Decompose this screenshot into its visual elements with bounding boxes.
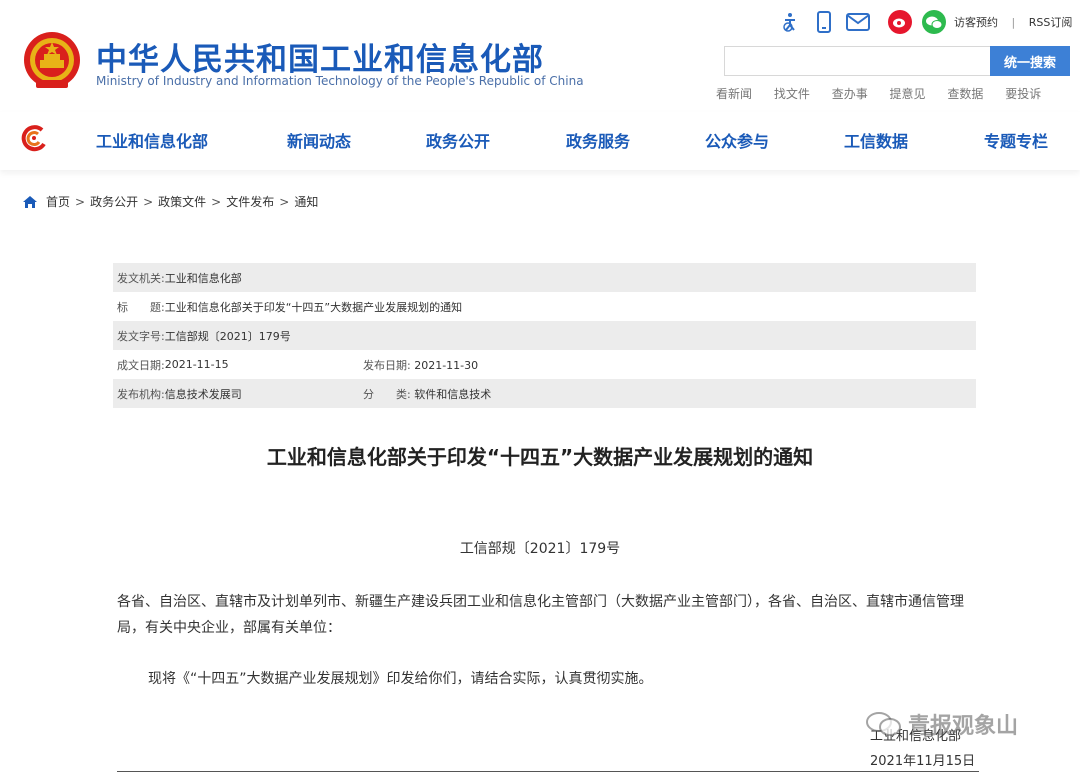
watermark-text: 青报观象山 [908, 714, 1019, 739]
meta-published-cell: 发布日期: 2021-11-30 [363, 357, 478, 373]
mobile-icon[interactable] [810, 8, 838, 36]
meta-label: 发布日期: [363, 358, 411, 372]
nav-item-ministry[interactable]: 工业和信息化部 [96, 128, 208, 152]
meta-value-created: 2021-11-15 [164, 358, 229, 371]
quick-link-complaint[interactable]: 要投诉 [1005, 87, 1041, 101]
meta-value-org: 信息技术发展司 [164, 387, 242, 401]
meta-value-issuer: 工业和信息化部 [164, 271, 242, 285]
site-header: 中华人民共和国工业和信息化部 Ministry of Industry and … [0, 0, 1080, 112]
accessibility-icon[interactable] [776, 8, 804, 36]
breadcrumb-separator: > [279, 194, 290, 209]
breadcrumb-separator: > [75, 194, 86, 209]
miit-logo-icon[interactable] [20, 124, 50, 154]
meta-label: 成文日期: [117, 358, 165, 372]
meta-row-dates: 成文日期: 2021-11-15 发布日期: 2021-11-30 [113, 350, 976, 379]
home-icon[interactable] [22, 195, 38, 209]
breadcrumb-notice[interactable]: 通知 [294, 193, 318, 210]
document-number: 工信部规〔2021〕179号 [459, 541, 621, 557]
bottom-divider [117, 771, 979, 772]
rss-link[interactable]: RSS订阅 [1029, 16, 1073, 29]
nav-item-news[interactable]: 新闻动态 [287, 128, 351, 152]
nav-item-data[interactable]: 工信数据 [844, 128, 908, 152]
mail-icon[interactable] [844, 8, 872, 36]
quick-link-data[interactable]: 查数据 [947, 87, 983, 101]
document-date: 2021年11月15日 [870, 754, 976, 769]
national-emblem-icon[interactable] [22, 30, 82, 92]
meta-label: 分 类: [363, 387, 411, 401]
meta-row-title: 标 题: 工业和信息化部关于印发“十四五”大数据产业发展规划的通知 [113, 292, 976, 321]
quick-link-news[interactable]: 看新闻 [716, 87, 752, 101]
meta-value-published: 2021-11-30 [414, 358, 479, 372]
visitor-link[interactable]: 访客预约 [954, 16, 998, 29]
breadcrumb-doc-release[interactable]: 文件发布 [226, 193, 274, 210]
quick-link-files[interactable]: 找文件 [774, 87, 810, 101]
document-recipients: 各省、自治区、直辖市及计划单列市、新疆生产建设兵团工业和信息化主管部门（大数据产… [117, 594, 964, 636]
document-meta-table: 发文机关: 工业和信息化部 标 题: 工业和信息化部关于印发“十四五”大数据产业… [113, 263, 976, 408]
breadcrumb-policy-docs[interactable]: 政策文件 [158, 193, 206, 210]
quick-link-feedback[interactable]: 提意见 [890, 87, 926, 101]
meta-label: 标 题: [117, 300, 165, 314]
breadcrumb-separator: > [143, 194, 154, 209]
breadcrumb-public-affairs[interactable]: 政务公开 [90, 193, 138, 210]
nav-item-public-affairs[interactable]: 政务公开 [426, 128, 490, 152]
main-nav: 工业和信息化部 新闻动态 政务公开 政务服务 公众参与 工信数据 专题专栏 [0, 112, 1080, 170]
search-input[interactable] [724, 46, 992, 76]
search-button[interactable]: 统一搜索 [990, 46, 1070, 76]
nav-item-topics[interactable]: 专题专栏 [984, 128, 1048, 152]
meta-label: 发文机关: [117, 271, 165, 285]
meta-row-issuer: 发文机关: 工业和信息化部 [113, 263, 976, 292]
nav-item-participation[interactable]: 公众参与 [705, 128, 769, 152]
breadcrumb: 首页 > 政务公开 > 政策文件 > 文件发布 > 通知 [22, 193, 318, 210]
top-links: 访客预约 | RSS订阅 [954, 14, 1072, 30]
site-title[interactable]: 中华人民共和国工业和信息化部 [96, 34, 544, 79]
breadcrumb-separator: > [211, 194, 222, 209]
meta-value-category: 软件和信息技术 [414, 387, 492, 401]
site-subtitle: Ministry of Industry and Information Tec… [96, 74, 584, 88]
meta-label: 发文字号: [117, 329, 165, 343]
quick-links: 看新闻 找文件 查办事 提意见 查数据 要投诉 [716, 85, 1041, 102]
quick-link-services[interactable]: 查办事 [832, 87, 868, 101]
meta-row-doc-number: 发文字号: 工信部规〔2021〕179号 [113, 321, 976, 350]
weibo-icon[interactable] [886, 8, 914, 36]
meta-label: 发布机构: [117, 387, 165, 401]
document-body: 现将《“十四五”大数据产业发展规划》印发给你们，请结合实际，认真贯彻实施。 [148, 671, 653, 687]
top-icon-bar [776, 8, 954, 36]
nav-item-services[interactable]: 政务服务 [566, 128, 630, 152]
meta-value-doc-number: 工信部规〔2021〕179号 [164, 329, 291, 343]
meta-value-title: 工业和信息化部关于印发“十四五”大数据产业发展规划的通知 [164, 300, 463, 314]
document-title: 工业和信息化部关于印发“十四五”大数据产业发展规划的通知 [266, 445, 814, 469]
watermark: 青报观象山 [866, 708, 1018, 740]
wechat-watermark-icon [866, 712, 901, 736]
meta-category-cell: 分 类: 软件和信息技术 [363, 386, 491, 402]
wechat-icon[interactable] [920, 8, 948, 36]
breadcrumb-home[interactable]: 首页 [46, 193, 70, 210]
meta-row-org: 发布机构: 信息技术发展司 分 类: 软件和信息技术 [113, 379, 976, 408]
top-link-separator: | [1011, 16, 1016, 29]
